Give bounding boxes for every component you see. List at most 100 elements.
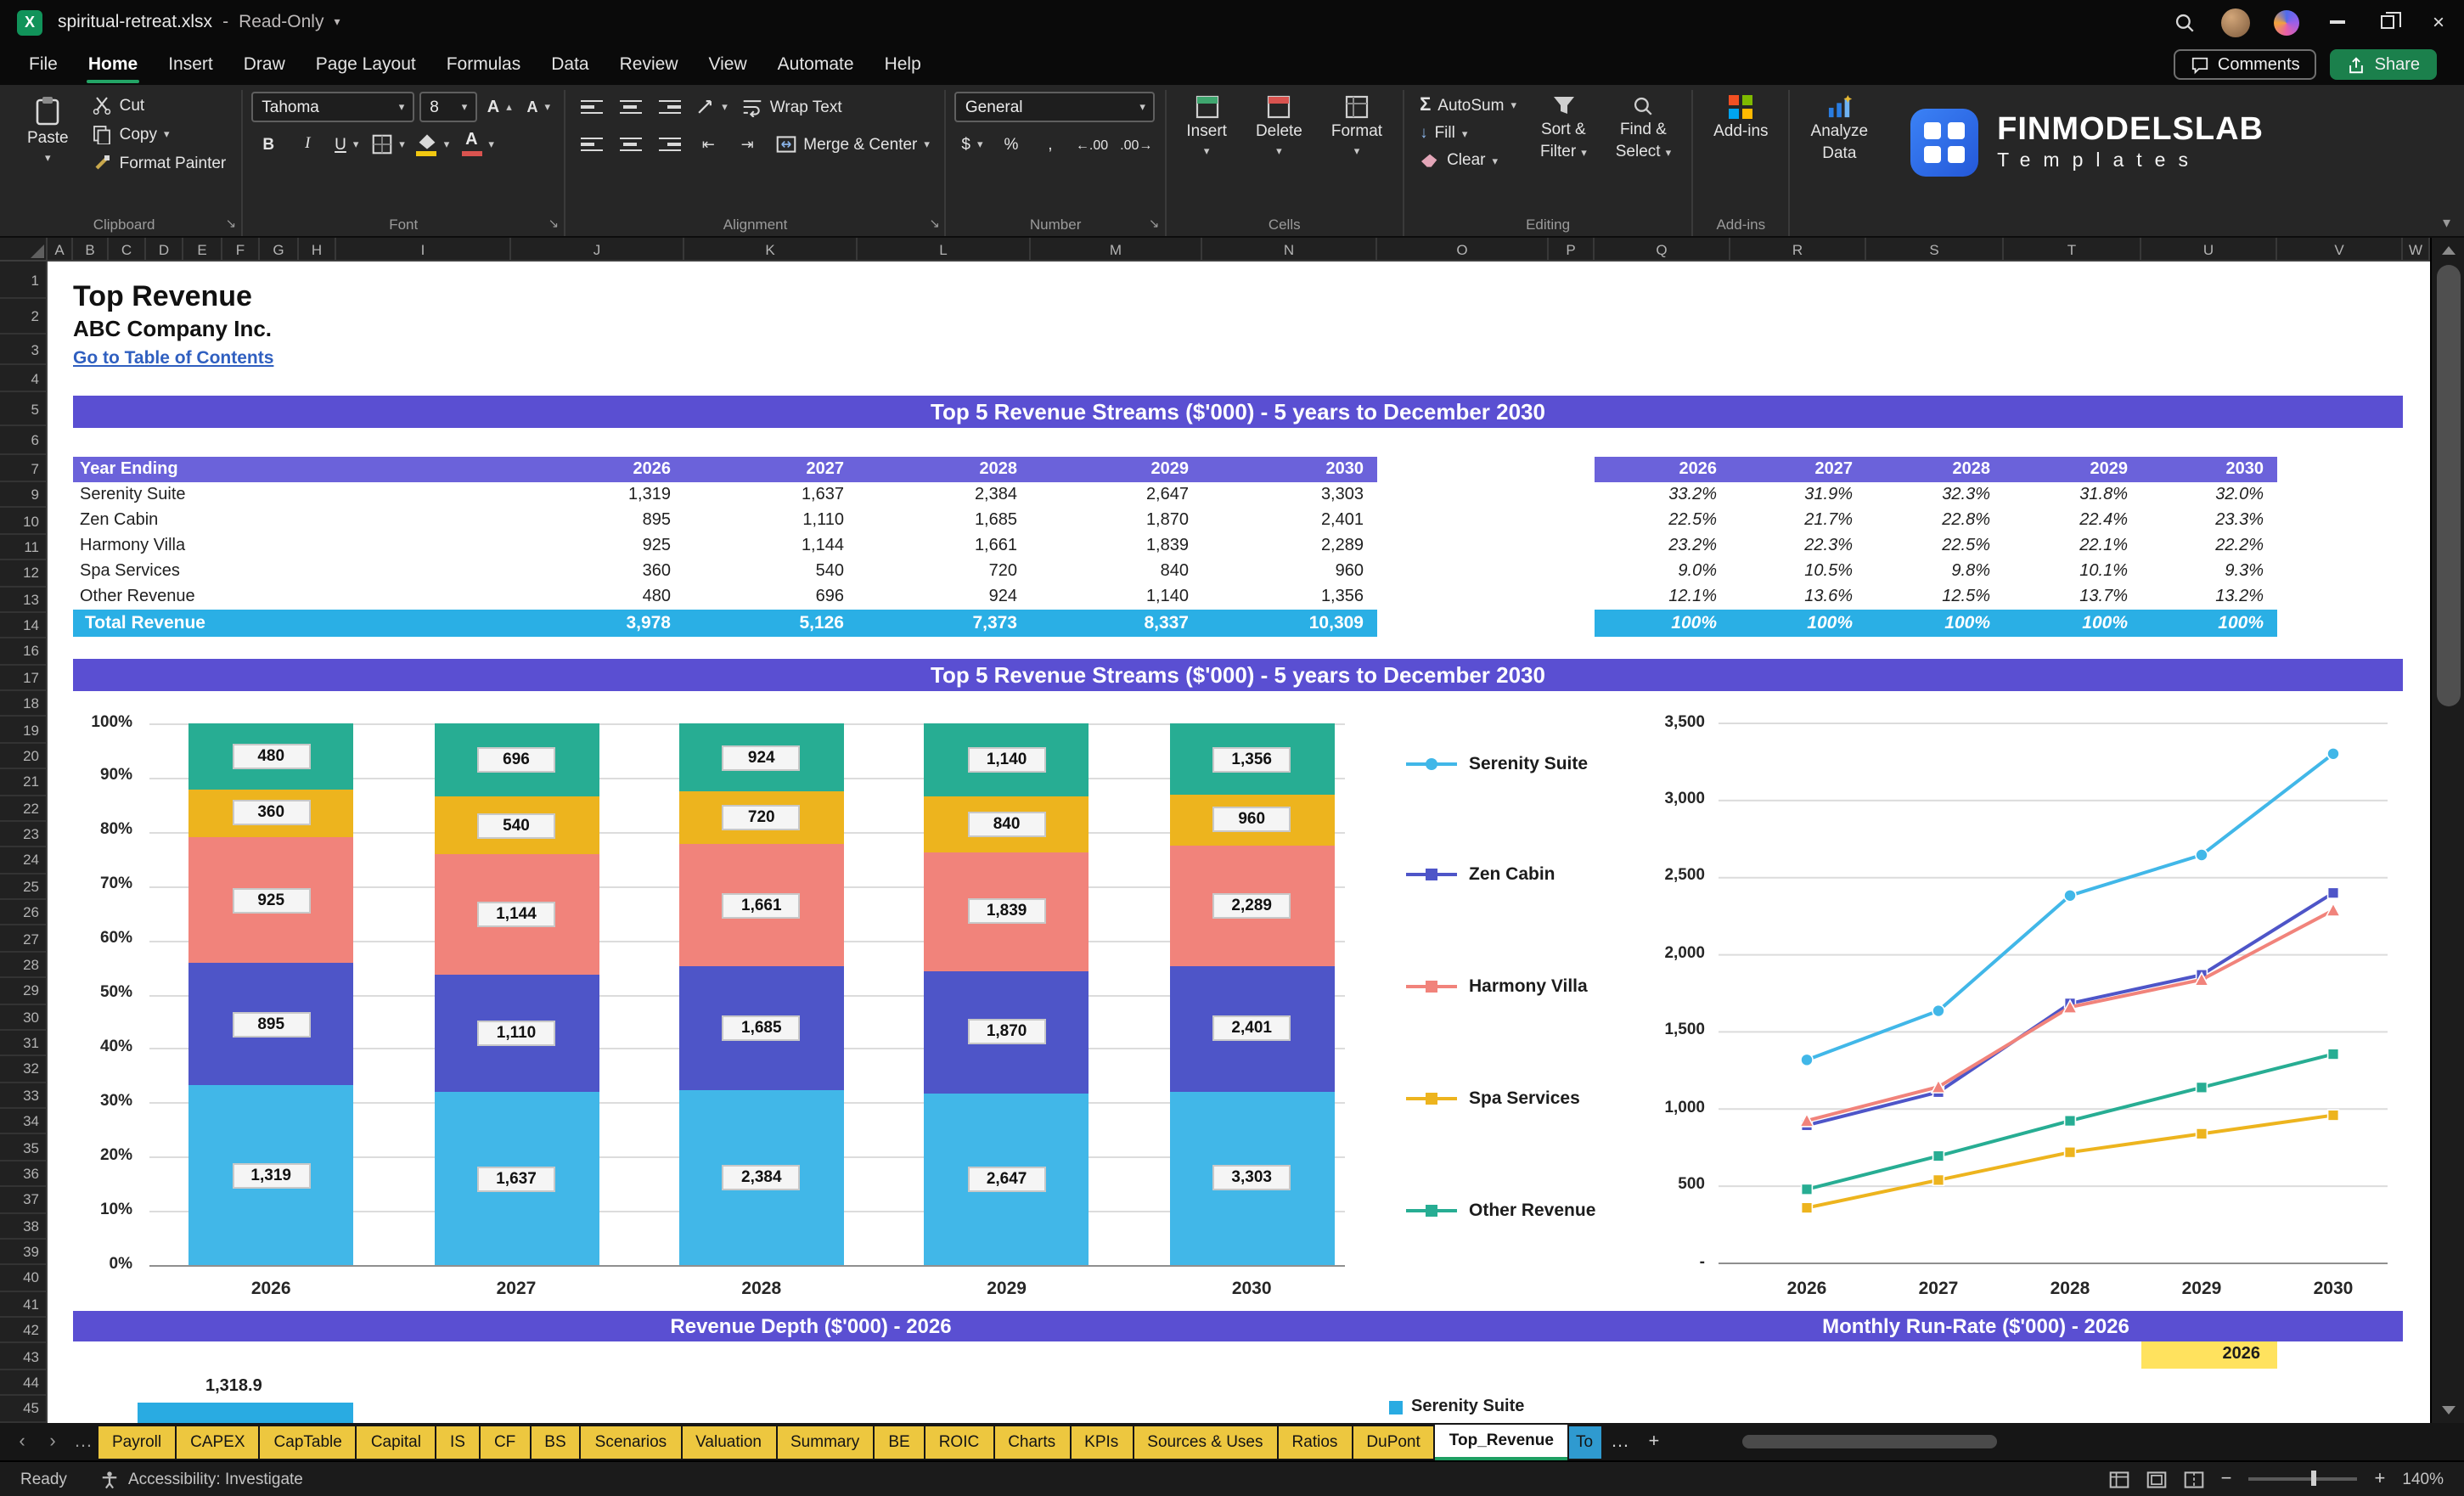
revenue-pct-cell[interactable]: 9.0%	[1595, 559, 1730, 584]
menu-tab-home[interactable]: Home	[73, 48, 153, 83]
column-header-b[interactable]: B	[73, 238, 109, 260]
cut-button[interactable]: Cut	[86, 92, 233, 119]
legend-item-harmony-villa[interactable]: Harmony Villa	[1406, 976, 1588, 997]
revenue-pct-cell[interactable]: 22.1%	[2004, 533, 2141, 559]
row-header-38[interactable]: 38	[0, 1213, 46, 1240]
column-header-w[interactable]: W	[2403, 238, 2430, 260]
sheet-tab-is[interactable]: IS	[436, 1426, 479, 1458]
revenue-value-cell[interactable]: 2,647	[1031, 482, 1202, 508]
share-button[interactable]: Share	[2330, 49, 2437, 80]
sheet-tab-summary[interactable]: Summary	[777, 1426, 874, 1458]
table-of-contents-link[interactable]: Go to Table of Contents	[73, 348, 273, 368]
revenue-value-cell[interactable]: 2,401	[1202, 508, 1377, 533]
column-header-i[interactable]: I	[336, 238, 511, 260]
accounting-format-button[interactable]: $ ▾	[955, 129, 989, 160]
revenue-pct-cell[interactable]: 32.3%	[1866, 482, 2004, 508]
sheet-tab-cf[interactable]: CF	[480, 1426, 530, 1458]
clear-button[interactable]: Clear ▾	[1413, 148, 1523, 173]
revenue-pct-cell[interactable]: 22.5%	[1866, 533, 2004, 559]
row-header-10[interactable]: 10	[0, 509, 46, 535]
fill-button[interactable]: ↓ Fill ▾	[1413, 121, 1523, 146]
clipboard-dialog-launcher[interactable]: ↘	[226, 216, 237, 231]
revenue-pct-cell[interactable]: 22.5%	[1595, 508, 1730, 533]
revenue-value-cell[interactable]: 360	[511, 559, 684, 584]
collapse-ribbon-icon[interactable]: ▾	[2443, 214, 2450, 233]
row-header-29[interactable]: 29	[0, 978, 46, 1004]
scroll-up-icon[interactable]	[2442, 246, 2456, 255]
page-break-view-icon[interactable]	[2184, 1470, 2204, 1488]
font-size-select[interactable]: 8 ▾	[419, 92, 478, 122]
column-header-a[interactable]: A	[48, 238, 73, 260]
legend-item-zen-cabin[interactable]: Zen Cabin	[1406, 864, 1555, 885]
row-header-35[interactable]: 35	[0, 1135, 46, 1161]
revenue-value-cell[interactable]: 1,661	[858, 533, 1031, 559]
paste-button[interactable]: Paste ▾	[15, 92, 81, 211]
sheet-tab-sources-uses[interactable]: Sources & Uses	[1134, 1426, 1277, 1458]
comma-style-button[interactable]: ,	[1033, 129, 1067, 160]
row-header-28[interactable]: 28	[0, 953, 46, 979]
row-header-6[interactable]: 6	[0, 426, 46, 455]
revenue-pct-cell[interactable]: 33.2%	[1595, 482, 1730, 508]
zoom-level[interactable]: 140%	[2402, 1470, 2444, 1488]
row-header-9[interactable]: 9	[0, 482, 46, 509]
page-layout-view-icon[interactable]	[2146, 1470, 2167, 1488]
row-header-45[interactable]: 45	[0, 1396, 46, 1422]
delete-cells-button[interactable]: Delete ▾	[1244, 92, 1314, 211]
all-sheets-icon[interactable]: …	[1603, 1431, 1637, 1452]
select-all-corner[interactable]	[0, 238, 48, 262]
revenue-value-cell[interactable]: 720	[858, 559, 1031, 584]
font-color-button[interactable]: A ▾	[458, 129, 498, 160]
revenue-pct-cell[interactable]: 9.8%	[1866, 559, 2004, 584]
more-sheets-left-icon[interactable]: …	[68, 1431, 98, 1452]
top-align-button[interactable]	[574, 92, 608, 122]
sheet-tab-capital[interactable]: Capital	[357, 1426, 435, 1458]
row-header-25[interactable]: 25	[0, 874, 46, 900]
column-header-m[interactable]: M	[1031, 238, 1202, 260]
row-header-34[interactable]: 34	[0, 1109, 46, 1135]
column-header-c[interactable]: C	[109, 238, 146, 260]
previous-sheet-icon[interactable]: ‹	[7, 1431, 37, 1452]
horizontal-scrollbar-thumb[interactable]	[1741, 1435, 1997, 1448]
column-header-u[interactable]: U	[2141, 238, 2277, 260]
revenue-pct-cell[interactable]: 22.2%	[2141, 533, 2277, 559]
insert-cells-button[interactable]: Insert ▾	[1174, 92, 1239, 211]
row-header-23[interactable]: 23	[0, 822, 46, 848]
column-header-n[interactable]: N	[1202, 238, 1377, 260]
autosum-button[interactable]: Σ AutoSum ▾	[1413, 92, 1523, 119]
worksheet-canvas[interactable]: Top Revenue ABC Company Inc. Go to Table…	[48, 262, 2430, 1423]
revenue-pct-cell[interactable]: 13.7%	[2004, 584, 2141, 610]
revenue-pct-cell[interactable]: 9.3%	[2141, 559, 2277, 584]
revenue-value-cell[interactable]: 925	[511, 533, 684, 559]
runrate-year-input-cell[interactable]: 2026	[2141, 1341, 2277, 1369]
number-format-select[interactable]: General ▾	[954, 92, 1156, 122]
revenue-value-cell[interactable]: 895	[511, 508, 684, 533]
zoom-slider-thumb[interactable]	[2311, 1471, 2317, 1487]
avatar[interactable]	[2209, 0, 2260, 44]
sort-filter-button[interactable]: Sort & Filter ▾	[1528, 92, 1599, 211]
row-header-24[interactable]: 24	[0, 848, 46, 875]
revenue-value-cell[interactable]: 3,303	[1202, 482, 1377, 508]
copy-button[interactable]: Copy ▾	[86, 121, 233, 148]
revenue-pct-cell[interactable]: 32.0%	[2141, 482, 2277, 508]
menu-tab-view[interactable]: View	[694, 48, 762, 82]
format-painter-button[interactable]: Format Painter	[86, 149, 233, 177]
fill-color-button[interactable]: ▾	[413, 129, 453, 160]
restore-button[interactable]	[2362, 0, 2413, 44]
row-header-44[interactable]: 44	[0, 1370, 46, 1397]
revenue-value-cell[interactable]: 540	[684, 559, 858, 584]
revenue-value-cell[interactable]: 1,319	[511, 482, 684, 508]
row-header-27[interactable]: 27	[0, 926, 46, 953]
revenue-pct-cell[interactable]: 13.2%	[2141, 584, 2277, 610]
sheet-tab-capex[interactable]: CAPEX	[177, 1426, 259, 1458]
borders-button[interactable]: ▾	[368, 129, 408, 160]
increase-indent-button[interactable]: ⇥	[730, 129, 764, 160]
search-icon[interactable]	[2158, 0, 2209, 44]
sheet-tab-to[interactable]: To	[1568, 1426, 1601, 1458]
vertical-scrollbar-thumb[interactable]	[2437, 265, 2461, 706]
row-header-2[interactable]: 2	[0, 299, 46, 335]
decrease-font-size-button[interactable]: A ▾	[521, 92, 555, 122]
menu-tab-file[interactable]: File	[14, 48, 73, 82]
merge-center-button[interactable]: Merge & Center ▾	[769, 131, 937, 158]
new-sheet-button[interactable]: +	[1637, 1431, 1671, 1452]
minimize-button[interactable]	[2311, 0, 2362, 44]
